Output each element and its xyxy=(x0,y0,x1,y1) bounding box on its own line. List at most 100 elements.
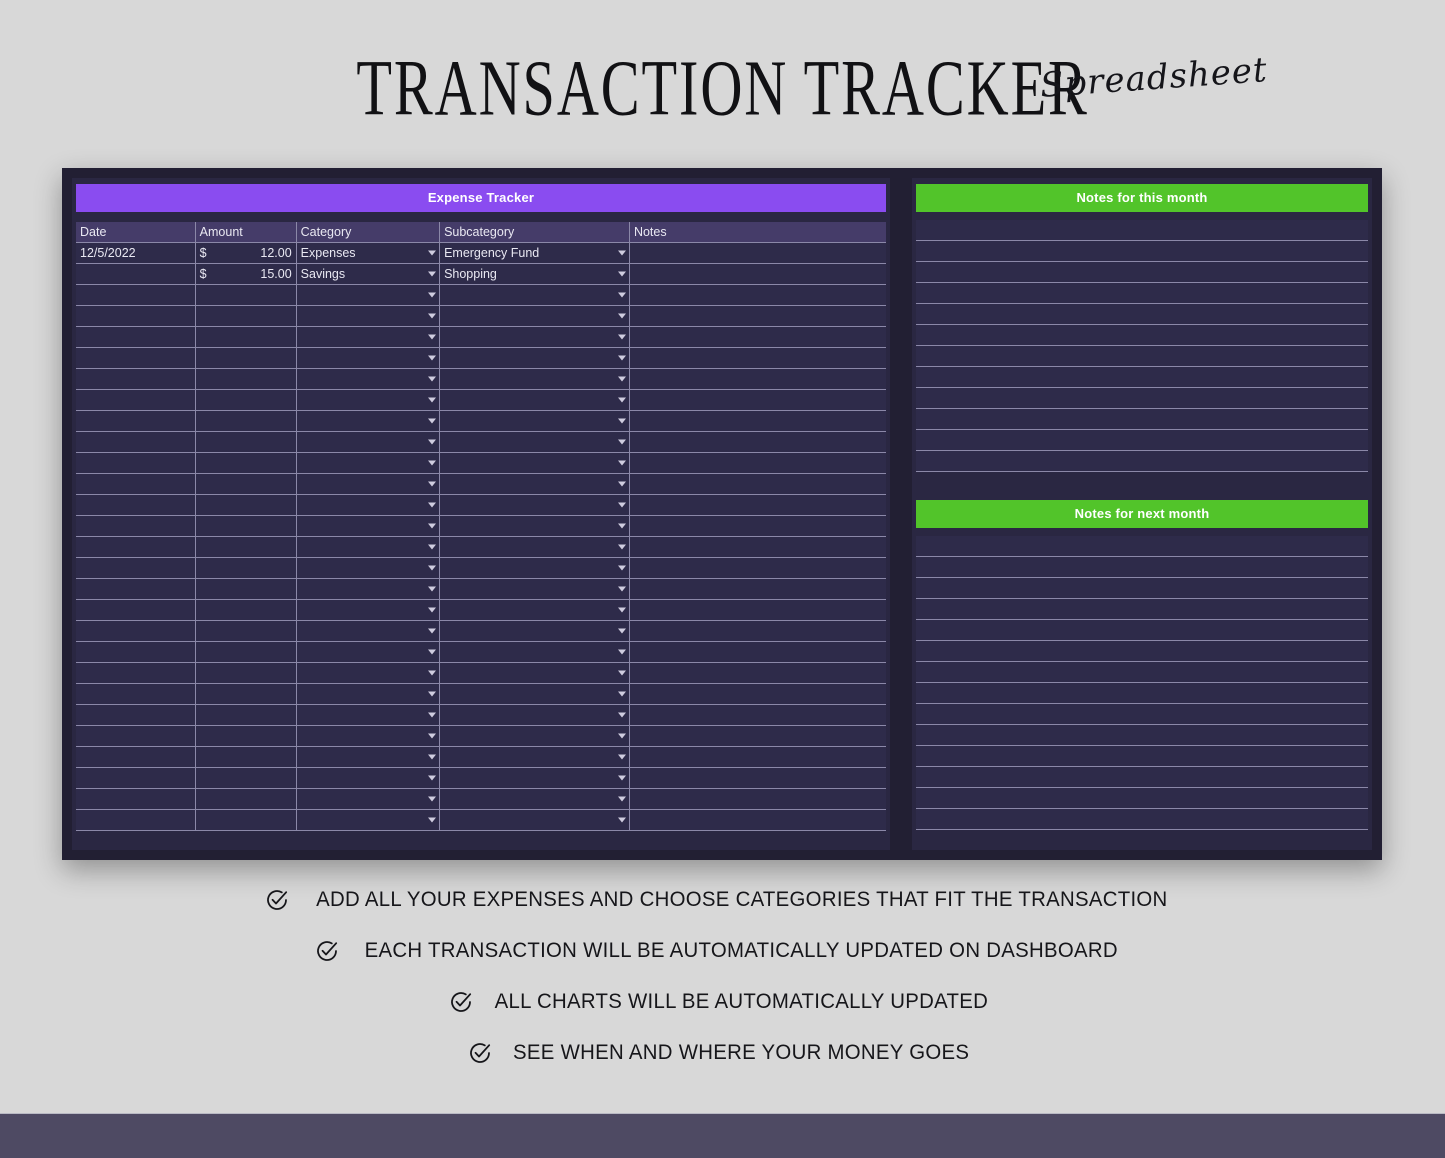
chevron-down-icon[interactable] xyxy=(617,250,626,255)
cell-category-dropdown[interactable] xyxy=(296,494,441,516)
cell-notes[interactable] xyxy=(629,641,886,663)
cell-category-dropdown[interactable] xyxy=(296,704,441,726)
cell-date[interactable] xyxy=(76,578,196,600)
cell-notes[interactable] xyxy=(629,557,886,579)
chevron-down-icon[interactable] xyxy=(617,733,626,738)
chevron-down-icon[interactable] xyxy=(428,523,437,528)
cell-date[interactable] xyxy=(76,788,196,810)
cell-notes[interactable] xyxy=(629,263,886,285)
notes-row[interactable] xyxy=(916,767,1368,788)
chevron-down-icon[interactable] xyxy=(428,292,437,297)
chevron-down-icon[interactable] xyxy=(428,565,437,570)
table-row[interactable] xyxy=(76,662,886,684)
notes-row[interactable] xyxy=(916,578,1368,599)
cell-date[interactable] xyxy=(76,746,196,768)
cell-date[interactable] xyxy=(76,368,196,390)
chevron-down-icon[interactable] xyxy=(617,355,626,360)
cell-subcategory-dropdown[interactable] xyxy=(439,326,630,348)
notes-row[interactable] xyxy=(916,220,1368,241)
cell-amount[interactable] xyxy=(195,326,297,348)
table-row[interactable] xyxy=(76,599,886,621)
cell-date[interactable] xyxy=(76,305,196,327)
cell-amount[interactable] xyxy=(195,284,297,306)
cell-subcategory-dropdown[interactable] xyxy=(439,431,630,453)
cell-subcategory-dropdown[interactable] xyxy=(439,305,630,327)
cell-amount[interactable] xyxy=(195,557,297,579)
cell-notes[interactable] xyxy=(629,452,886,474)
notes-row[interactable] xyxy=(916,809,1368,830)
notes-row[interactable] xyxy=(916,557,1368,578)
cell-notes[interactable] xyxy=(629,578,886,600)
cell-amount[interactable] xyxy=(195,494,297,516)
cell-category-dropdown[interactable] xyxy=(296,683,441,705)
cell-amount[interactable] xyxy=(195,305,297,327)
cell-amount[interactable] xyxy=(195,641,297,663)
cell-category-dropdown[interactable] xyxy=(296,746,441,768)
chevron-down-icon[interactable] xyxy=(617,439,626,444)
cell-date[interactable] xyxy=(76,683,196,705)
notes-row[interactable] xyxy=(916,451,1368,472)
cell-amount[interactable] xyxy=(195,599,297,621)
notes-row[interactable] xyxy=(916,430,1368,451)
cell-category-dropdown[interactable]: Savings xyxy=(296,263,441,285)
cell-amount[interactable] xyxy=(195,683,297,705)
cell-subcategory-dropdown[interactable] xyxy=(439,578,630,600)
chevron-down-icon[interactable] xyxy=(617,292,626,297)
cell-amount[interactable] xyxy=(195,809,297,831)
chevron-down-icon[interactable] xyxy=(617,271,626,276)
cell-amount[interactable] xyxy=(195,536,297,558)
cell-date[interactable] xyxy=(76,599,196,621)
chevron-down-icon[interactable] xyxy=(428,502,437,507)
cell-notes[interactable] xyxy=(629,242,886,264)
chevron-down-icon[interactable] xyxy=(617,607,626,612)
chevron-down-icon[interactable] xyxy=(617,376,626,381)
table-row[interactable] xyxy=(76,410,886,432)
chevron-down-icon[interactable] xyxy=(428,670,437,675)
cell-subcategory-dropdown[interactable] xyxy=(439,494,630,516)
cell-date[interactable] xyxy=(76,725,196,747)
cell-notes[interactable] xyxy=(629,662,886,684)
cell-amount[interactable] xyxy=(195,725,297,747)
cell-notes[interactable] xyxy=(629,725,886,747)
notes-row[interactable] xyxy=(916,536,1368,557)
table-row[interactable] xyxy=(76,578,886,600)
cell-notes[interactable] xyxy=(629,368,886,390)
chevron-down-icon[interactable] xyxy=(428,628,437,633)
cell-date[interactable] xyxy=(76,515,196,537)
cell-date[interactable] xyxy=(76,263,196,285)
notes-row[interactable] xyxy=(916,683,1368,704)
chevron-down-icon[interactable] xyxy=(617,796,626,801)
cell-category-dropdown[interactable]: Expenses xyxy=(296,242,441,264)
cell-category-dropdown[interactable] xyxy=(296,284,441,306)
cell-date[interactable] xyxy=(76,347,196,369)
cell-date[interactable] xyxy=(76,662,196,684)
cell-subcategory-dropdown[interactable] xyxy=(439,515,630,537)
chevron-down-icon[interactable] xyxy=(428,439,437,444)
cell-subcategory-dropdown[interactable] xyxy=(439,620,630,642)
cell-notes[interactable] xyxy=(629,284,886,306)
cell-amount[interactable] xyxy=(195,746,297,768)
cell-category-dropdown[interactable] xyxy=(296,326,441,348)
cell-amount[interactable] xyxy=(195,620,297,642)
chevron-down-icon[interactable] xyxy=(617,754,626,759)
cell-amount[interactable] xyxy=(195,515,297,537)
table-row[interactable] xyxy=(76,704,886,726)
cell-amount[interactable] xyxy=(195,410,297,432)
chevron-down-icon[interactable] xyxy=(428,376,437,381)
chevron-down-icon[interactable] xyxy=(617,628,626,633)
chevron-down-icon[interactable] xyxy=(617,523,626,528)
cell-category-dropdown[interactable] xyxy=(296,473,441,495)
chevron-down-icon[interactable] xyxy=(428,313,437,318)
cell-amount[interactable] xyxy=(195,767,297,789)
chevron-down-icon[interactable] xyxy=(428,397,437,402)
cell-subcategory-dropdown[interactable] xyxy=(439,452,630,474)
cell-category-dropdown[interactable] xyxy=(296,536,441,558)
cell-subcategory-dropdown[interactable]: Emergency Fund xyxy=(439,242,630,264)
cell-notes[interactable] xyxy=(629,431,886,453)
cell-date[interactable] xyxy=(76,284,196,306)
notes-row[interactable] xyxy=(916,788,1368,809)
cell-notes[interactable] xyxy=(629,515,886,537)
cell-amount[interactable] xyxy=(195,431,297,453)
cell-date[interactable] xyxy=(76,431,196,453)
cell-notes[interactable] xyxy=(629,788,886,810)
